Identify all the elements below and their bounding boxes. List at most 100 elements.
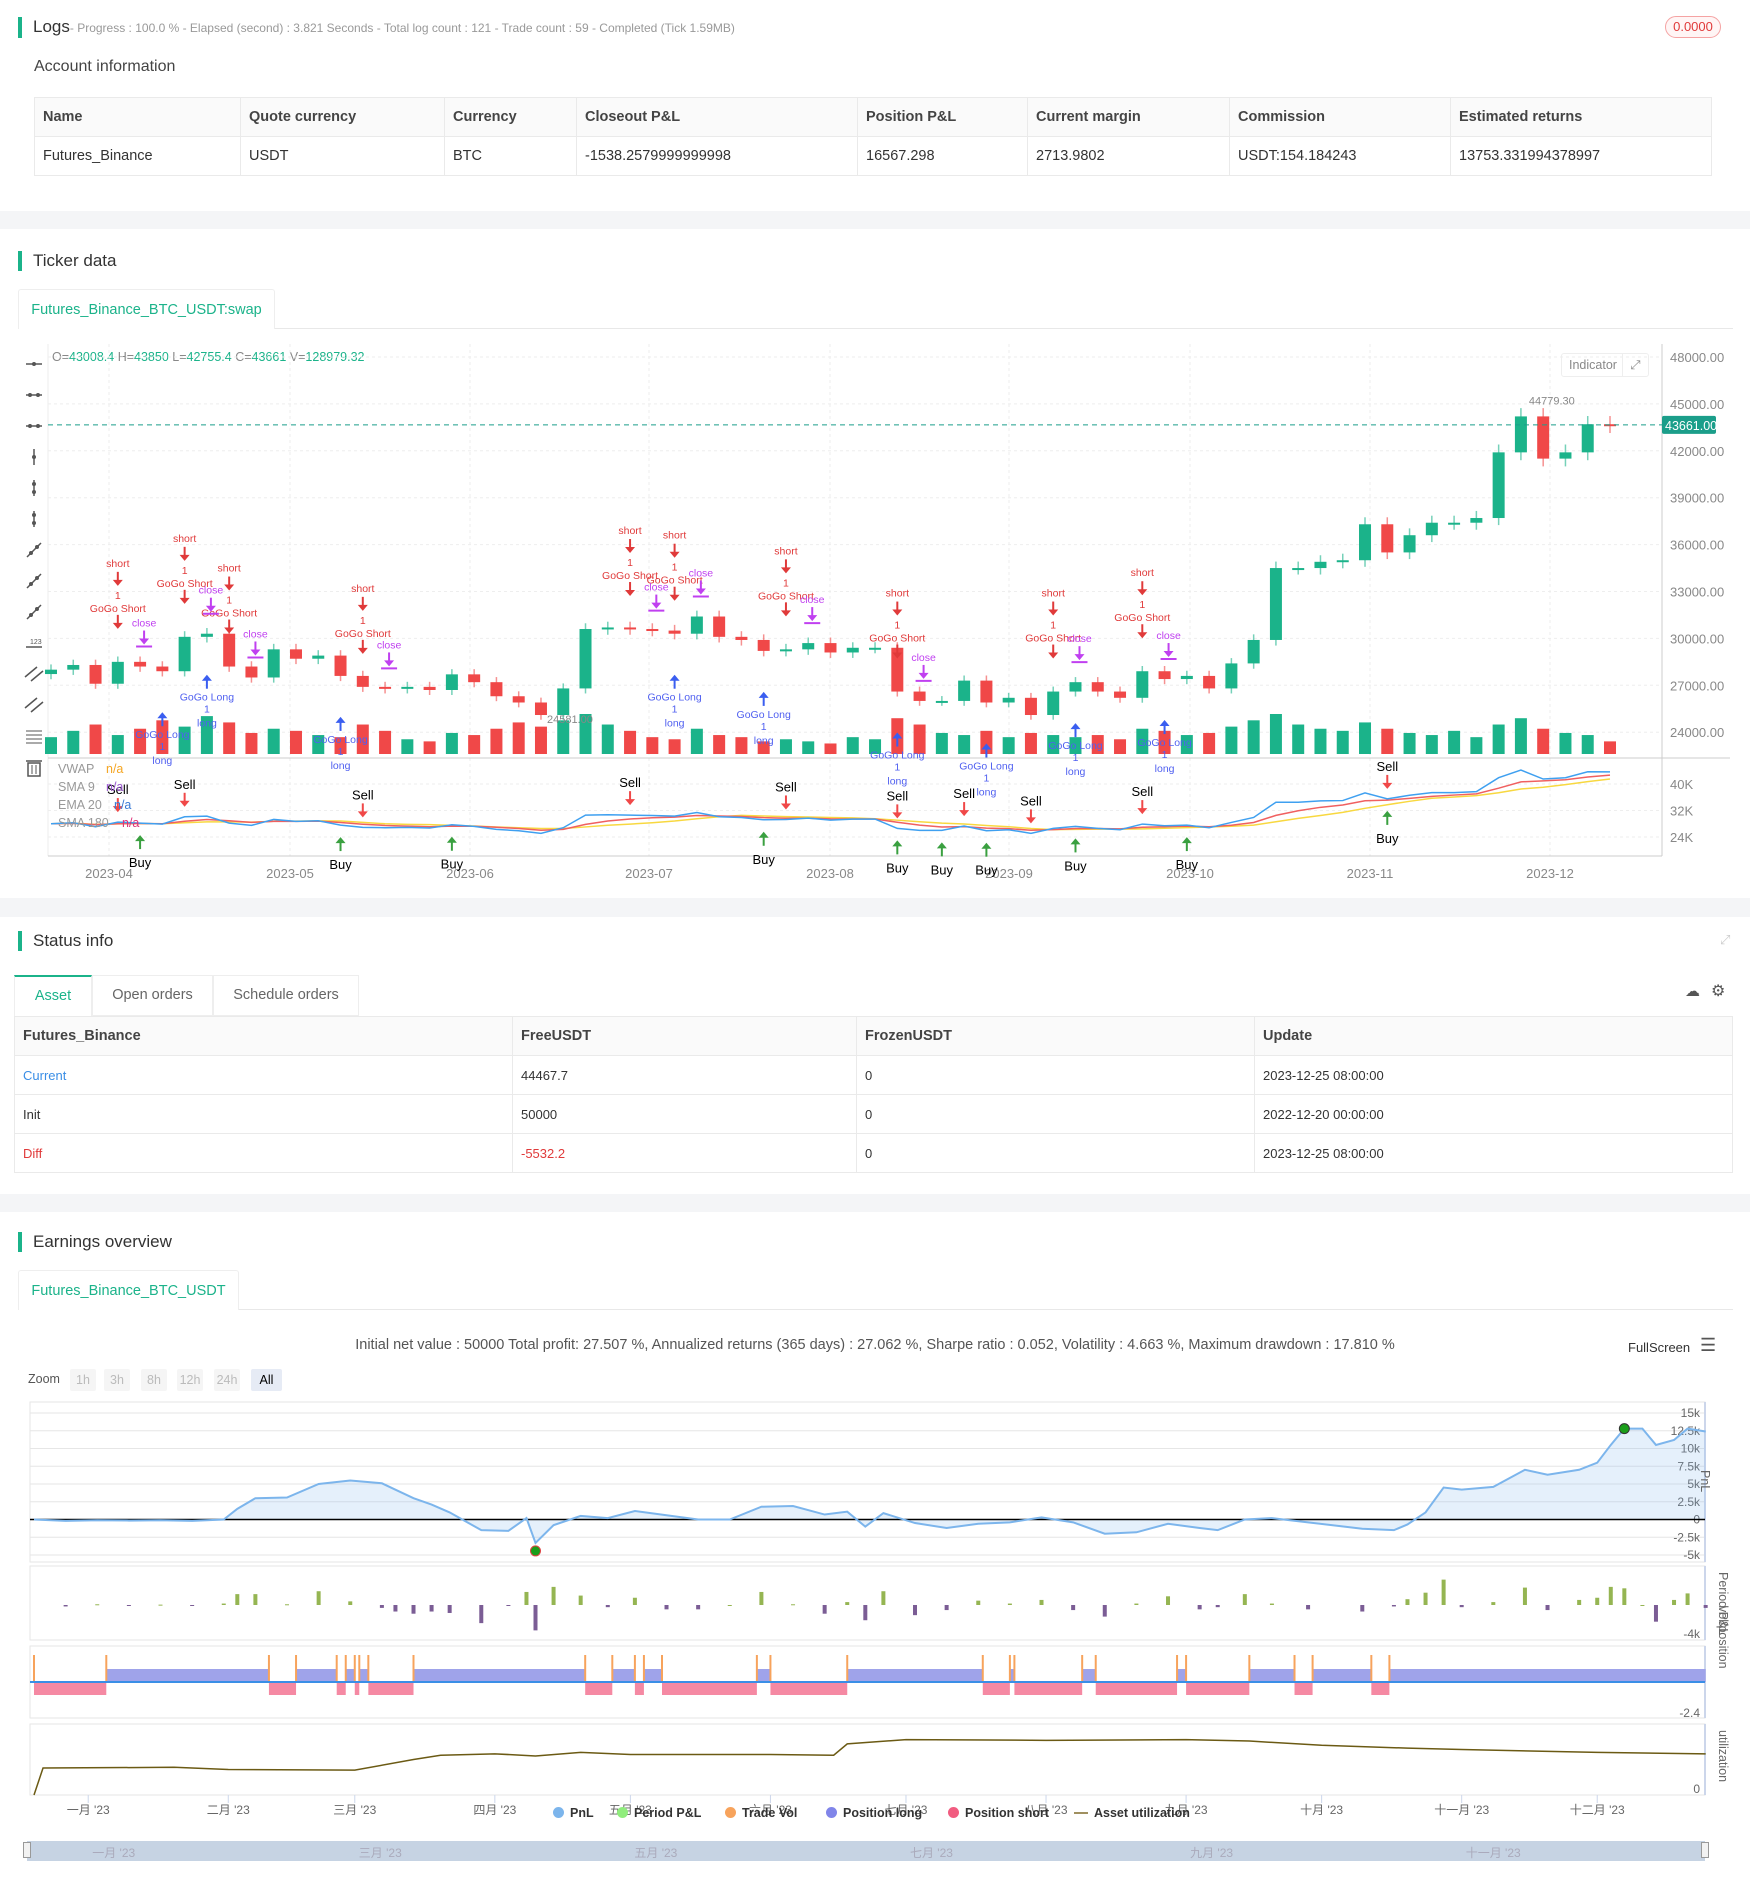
gogo-short-label: GoGo Short xyxy=(1114,612,1170,624)
min-price-label: 24581.00 xyxy=(547,714,593,726)
tab-schedule-orders[interactable]: Schedule orders xyxy=(213,975,359,1016)
period-pnl-bar xyxy=(1405,1599,1410,1605)
candle-body xyxy=(1136,671,1149,698)
long-label: long xyxy=(976,786,996,798)
zoom-24h-button[interactable]: 24h xyxy=(214,1369,240,1391)
indicator-ema20: EMA 20 n/a xyxy=(58,796,139,814)
cell: 2023-12-25 08:00:00 xyxy=(1254,1133,1733,1173)
indicator-value: n/a xyxy=(106,780,124,794)
sell-arrow-head xyxy=(780,803,791,810)
legend-pnl[interactable]: PnL xyxy=(553,1806,594,1820)
pnl-line xyxy=(33,1427,1706,1545)
candlestick-chart[interactable]: 48000.00 45000.00 42000.00 39000.00 36000.00… xyxy=(0,344,1750,884)
candle-body xyxy=(624,627,637,630)
gogo-long-arrow-head xyxy=(157,712,168,719)
gogo-short-arrow-head xyxy=(112,622,123,629)
gogo-short-label: GoGo Short xyxy=(335,628,391,640)
gogo-long-label: GoGo Long xyxy=(1048,740,1102,752)
zoom-all-button[interactable]: All xyxy=(251,1369,282,1391)
candle-body xyxy=(1024,697,1037,716)
period-pnl-bar xyxy=(1622,1588,1627,1605)
position-long-bar xyxy=(359,1669,369,1682)
legend-trade-vol[interactable]: Trade Vol xyxy=(725,1806,797,1820)
zoom-8h-button[interactable]: 8h xyxy=(141,1369,167,1391)
x-tick-label: 四月 '23 xyxy=(473,1803,516,1817)
legend-dot xyxy=(553,1807,564,1818)
period-pnl-bar xyxy=(1595,1597,1600,1605)
position-short-bar xyxy=(770,1682,848,1695)
menu-icon[interactable]: ☰ xyxy=(1700,1335,1716,1356)
pane-frame xyxy=(29,1565,1706,1641)
indicator-tick-label: 40K xyxy=(1670,777,1693,792)
candle-body xyxy=(134,661,147,667)
period-pnl-bar xyxy=(533,1605,538,1631)
navigator-scrollbar[interactable]: 一月 '23 三月 '23 五月 '23 七月 '23 九月 '23 十一月 '23 xyxy=(23,1841,1709,1861)
position-short-bar xyxy=(585,1682,613,1695)
volume-bar xyxy=(1581,735,1594,754)
indicator-value: n/a xyxy=(106,762,124,776)
candle-body xyxy=(1114,691,1127,698)
tab-earnings-symbol[interactable]: Futures_Binance_BTC_USDT xyxy=(18,1270,239,1310)
zoom-3h-button[interactable]: 3h xyxy=(104,1369,130,1391)
qty-label: 1 xyxy=(182,565,188,577)
candle-body xyxy=(1292,568,1305,571)
zoom-12h-button[interactable]: 12h xyxy=(177,1369,203,1391)
volume-bar xyxy=(824,743,837,754)
volume-bar xyxy=(512,722,525,754)
close-arrow-head xyxy=(1074,654,1085,661)
cell: 2713.9802 xyxy=(1027,136,1230,176)
candle-body xyxy=(1314,561,1327,569)
legend-position-long[interactable]: Position long xyxy=(826,1806,922,1820)
cloud-download-icon[interactable]: ☁ xyxy=(1685,982,1700,1000)
buy-label: Buy xyxy=(886,860,909,875)
volume-bar xyxy=(45,737,57,754)
navigator-tick-label: 五月 '23 xyxy=(634,1846,678,1860)
indicator-name: SMA 9 xyxy=(58,780,95,794)
candle-body xyxy=(156,666,169,672)
asset-table: Futures_Binance FreeUSDT FrozenUSDT Upda… xyxy=(14,1016,1733,1173)
indicator-name: SMA 180 xyxy=(58,816,109,830)
candle-body xyxy=(1047,691,1060,716)
close-arrow-head xyxy=(384,660,395,667)
earnings-chart[interactable]: 15k12.5k10k7.5k5k2.5k0-2.5k-5k-4k-2.40一月… xyxy=(0,1395,1750,1835)
volume-bar xyxy=(1537,728,1550,754)
period-pnl-bar xyxy=(506,1605,511,1606)
qty-label: 1 xyxy=(894,620,900,632)
period-pnl-bar xyxy=(1242,1594,1247,1605)
tab-ticker-symbol[interactable]: Futures_Binance_BTC_USDT:swap xyxy=(18,289,275,329)
close-arrow-head xyxy=(139,638,150,645)
position-short-bar xyxy=(634,1682,644,1695)
cell: -5532.2 xyxy=(512,1133,857,1173)
candle-body xyxy=(200,633,213,637)
pane-frame xyxy=(29,1723,1706,1796)
long-label: long xyxy=(887,776,907,788)
cell: 0 xyxy=(856,1094,1255,1134)
qty-label: 1 xyxy=(761,721,767,733)
legend-position-short[interactable]: Position short xyxy=(948,1806,1049,1820)
gear-icon[interactable]: ⚙ xyxy=(1711,981,1725,1001)
zoom-1h-button[interactable]: 1h xyxy=(70,1369,96,1391)
legend-period-pnl[interactable]: Period P&L xyxy=(617,1806,701,1820)
tab-asset[interactable]: Asset xyxy=(14,975,92,1016)
logs-meta: - Progress : 100.0 % - Elapsed (second) … xyxy=(69,21,735,35)
row-label[interactable]: Current xyxy=(14,1055,513,1095)
period-pnl-bar xyxy=(551,1586,556,1605)
legend-asset-utilization[interactable]: Asset utilization xyxy=(1074,1806,1190,1820)
period-pnl-bar xyxy=(845,1602,850,1605)
fullscreen-button[interactable]: FullScreen xyxy=(1628,1340,1690,1355)
navigator-right-handle[interactable] xyxy=(1701,1842,1709,1858)
navigator-left-handle[interactable] xyxy=(23,1842,31,1858)
period-pnl-bar xyxy=(1360,1605,1365,1612)
divider xyxy=(0,1194,1750,1212)
col-header: Quote currency xyxy=(240,97,445,137)
gogo-short-arrow-head xyxy=(780,610,791,617)
tab-open-orders[interactable]: Open orders xyxy=(92,975,213,1016)
period-pnl-bar xyxy=(1522,1587,1527,1605)
volume-bar xyxy=(245,732,258,754)
expand-icon[interactable]: ⤢ xyxy=(1720,932,1730,948)
position-long-bar xyxy=(1177,1669,1187,1682)
cell: USDT:154.184243 xyxy=(1229,136,1451,176)
candle-body xyxy=(423,686,436,690)
qty-label: 1 xyxy=(204,704,210,716)
period-pnl-bar xyxy=(1703,1605,1708,1608)
